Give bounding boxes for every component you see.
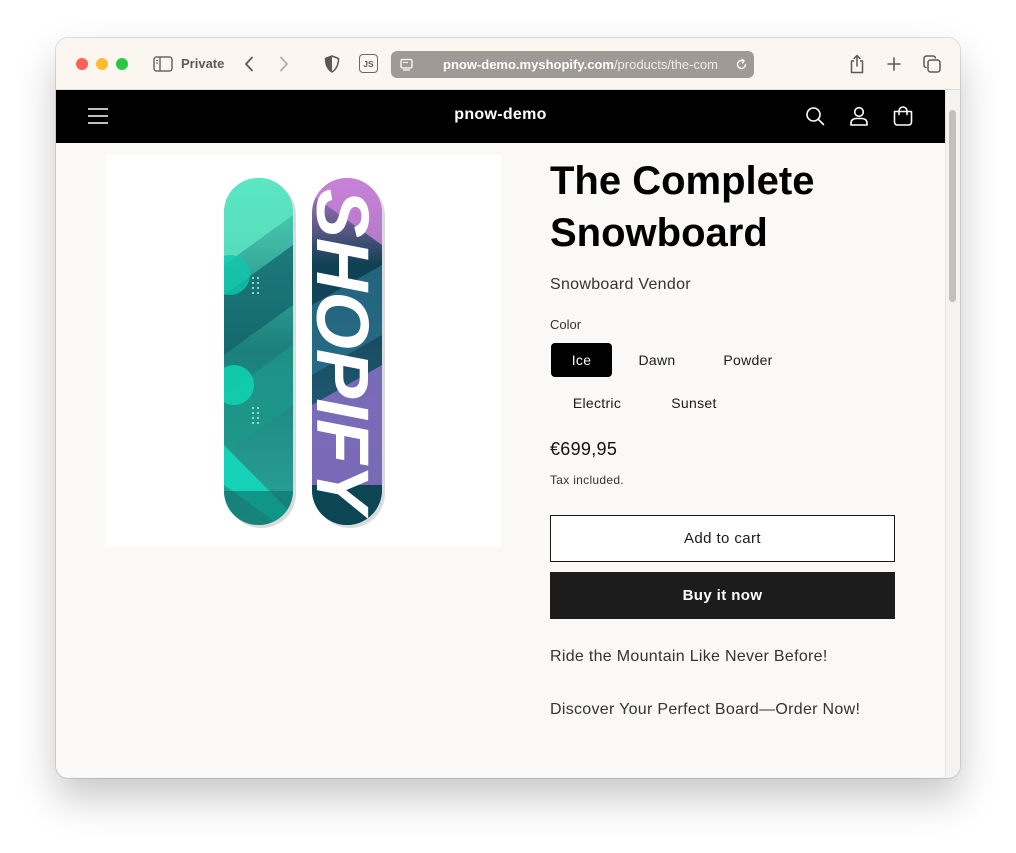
- browser-window: Private JS pnow-demo.myshopify.com/produ…: [56, 38, 960, 778]
- reload-icon[interactable]: [734, 57, 748, 71]
- url-text: pnow-demo.myshopify.com/products/the-com: [443, 57, 721, 73]
- sidebar-toggle-icon[interactable]: [152, 54, 174, 74]
- color-option-label: Color: [550, 317, 582, 332]
- tax-note: Tax included.: [550, 473, 624, 487]
- page-menu-icon[interactable]: [399, 57, 413, 71]
- url-host: pnow-demo.myshopify.com: [443, 57, 614, 72]
- variant-ice-button[interactable]: Ice: [551, 343, 612, 377]
- page-scrollbar-thumb[interactable]: [949, 110, 956, 302]
- cart-icon[interactable]: [890, 103, 916, 129]
- description-line: Discover Your Perfect Board—Order Now!: [550, 701, 861, 718]
- product-vendor: Snowboard Vendor: [550, 276, 691, 293]
- back-chevron-icon[interactable]: [239, 52, 259, 76]
- tab-overview-icon[interactable]: [921, 53, 943, 75]
- add-to-cart-button[interactable]: Add to cart: [550, 515, 895, 562]
- search-icon[interactable]: [802, 103, 828, 129]
- variant-powder-button[interactable]: Powder: [706, 343, 790, 377]
- variant-electric-button[interactable]: Electric: [551, 386, 643, 420]
- javascript-toggle-button[interactable]: JS: [359, 54, 378, 73]
- product-price: €699,95: [550, 439, 618, 459]
- zoom-window-button[interactable]: [116, 58, 128, 70]
- url-path: /products/the-com: [613, 57, 718, 72]
- description-line: Ride the Mountain Like Never Before!: [550, 648, 828, 665]
- new-tab-plus-icon[interactable]: [884, 52, 904, 76]
- buy-it-now-button[interactable]: Buy it now: [550, 572, 895, 619]
- minimize-window-button[interactable]: [96, 58, 108, 70]
- snowboard-left: [224, 178, 296, 528]
- product-title: The Complete Snowboard: [550, 159, 815, 255]
- variant-dawn-button[interactable]: Dawn: [622, 343, 692, 377]
- close-window-button[interactable]: [76, 58, 88, 70]
- store-header: pnow-demo: [56, 90, 945, 143]
- variant-sunset-button[interactable]: Sunset: [654, 386, 734, 420]
- svg-text:SHOPIFY: SHOPIFY: [301, 189, 384, 519]
- board-graphic-text: SHOPIFY: [301, 189, 384, 519]
- account-icon[interactable]: [846, 103, 872, 129]
- share-icon[interactable]: [846, 52, 868, 76]
- forward-chevron-icon[interactable]: [274, 52, 294, 76]
- private-mode-label: Private: [181, 56, 225, 71]
- product-image[interactable]: SHOPIFY: [106, 155, 501, 547]
- browser-toolbar: Private JS pnow-demo.myshopify.com/produ…: [56, 38, 960, 90]
- snowboard-right: SHOPIFY: [301, 178, 385, 528]
- address-bar[interactable]: pnow-demo.myshopify.com/products/the-com: [391, 51, 754, 78]
- privacy-shield-icon[interactable]: [322, 53, 342, 75]
